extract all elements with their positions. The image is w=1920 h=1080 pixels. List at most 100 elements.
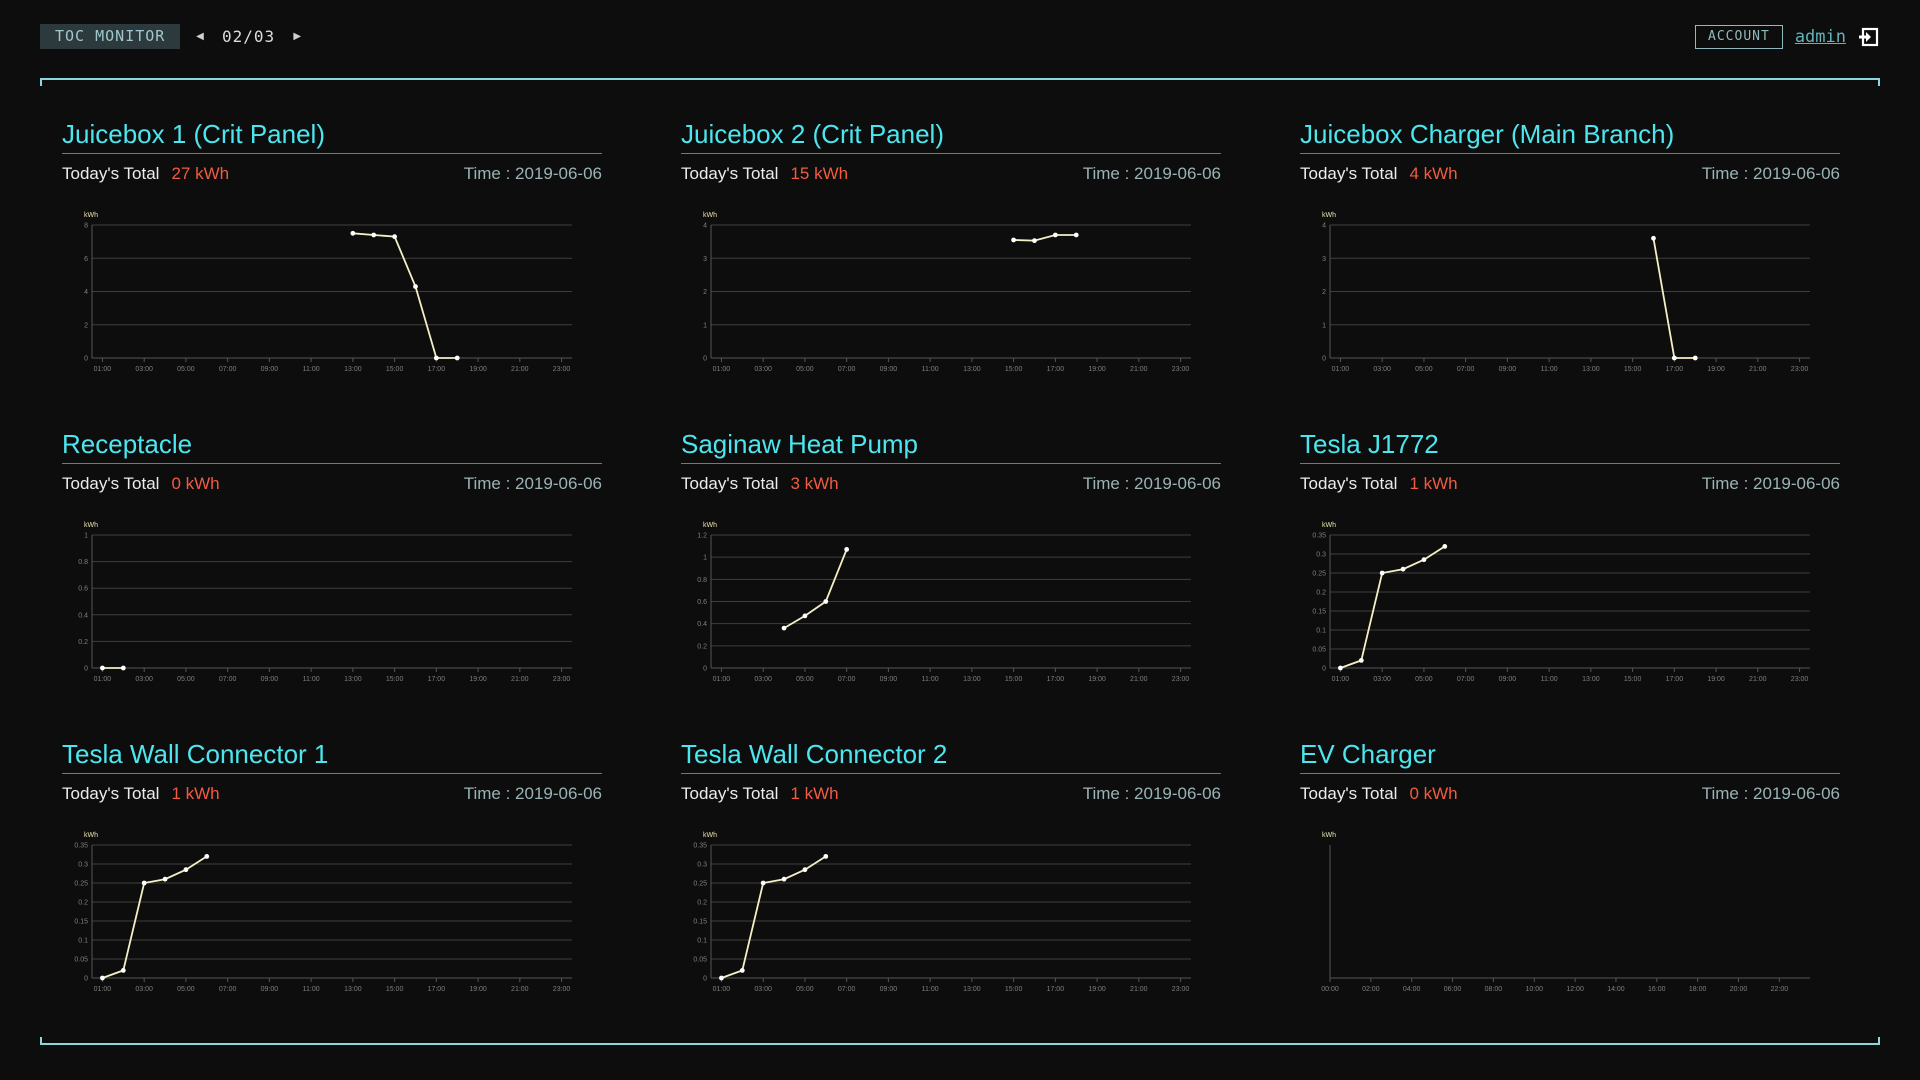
tesla-wall-connector-1-chart: kWh 0 0.05 0.1 0.15 0.2 0.25 0.3 0.35 01:00 03:00 0… [74,832,572,993]
x-tick-label: 23:00 [553,366,571,373]
panel-meta: Today's Total 27 kWh Time : 2019-06-06 [62,162,602,186]
panel-meta: Today's Total 15 kWh Time : 2019-06-06 [681,162,1221,186]
data-point [454,355,460,361]
top-bar: TOC MONITOR ◀ 02/03 ▶ ACCOUNT admin [40,24,1880,50]
x-tick-label: 17:00 [428,366,446,373]
x-tick-label: 19:00 [469,366,487,373]
y-axis-unit-label: kWh [84,212,98,219]
data-point [1671,355,1677,361]
panel-title: Juicebox 1 (Crit Panel) [62,115,602,154]
y-tick-label: 1 [84,533,88,540]
x-tick-label: 11:00 [922,366,939,373]
x-tick-label: 03:00 [135,986,153,993]
time-stamp: Time : 2019-06-06 [1082,164,1221,183]
y-tick-label: 0.4 [78,612,88,619]
series-line [1340,545,1446,669]
data-point [1011,237,1017,243]
x-tick-label: 05:00 [177,366,195,373]
y-tick-label: 0.2 [697,900,707,907]
x-tick-label: 11:00 [922,986,939,993]
time-stamp: Time : 2019-06-06 [463,474,602,493]
ev-charger-chart: kWh 00:00 02:00 04:00 06:00 08:00 10:00 12:00 14… [1321,832,1810,993]
x-tick-label: 19:00 [1088,676,1106,683]
series-line [352,232,458,359]
panel-title: Tesla Wall Connector 1 [62,735,602,774]
x-tick-label: 04:00 [1403,986,1421,993]
x-tick-label: 19:00 [1707,366,1725,373]
x-tick-label: 03:00 [754,676,772,683]
panel-juicebox-1: Juicebox 1 (Crit Panel) Today's Total 27… [62,115,602,405]
logout-icon[interactable] [1858,26,1880,48]
saginaw-heat-pump-chart: kWh 0 0.2 0.4 0.6 0.8 1 1.2 01:00 03:00 05:00 07:00… [697,522,1191,683]
x-tick-label: 09:00 [1499,676,1517,683]
x-tick-label: 19:00 [469,986,487,993]
data-point [1651,235,1656,241]
y-tick-label: 0.05 [74,957,88,964]
x-tick-label: 15:00 [1005,366,1023,373]
x-tick-label: 22:00 [1771,986,1789,993]
data-point [781,625,787,631]
data-point [183,867,189,873]
panel-receptacle: Receptacle Today's Total 0 kWh Time : 20… [62,425,602,715]
x-tick-label: 18:00 [1689,986,1707,993]
y-axis-unit-label: kWh [84,522,98,529]
y-axis-unit-label: kWh [703,522,717,529]
frame-top-border [40,78,1880,86]
y-tick-label: 0.2 [78,900,88,907]
x-tick-label: 23:00 [553,676,571,683]
y-tick-label: 1 [703,555,707,562]
x-tick-label: 19:00 [1707,676,1725,683]
y-axis-unit-label: kWh [703,212,717,219]
y-tick-label: 0 [84,976,88,983]
y-tick-label: 0.2 [78,639,88,646]
time-stamp: Time : 2019-06-06 [1082,474,1221,493]
data-point [1073,232,1079,238]
total-value: 1 kWh [790,784,839,803]
y-tick-label: 0.2 [697,643,707,650]
x-tick-label: 10:00 [1525,986,1543,993]
panel-tesla-wall-connector-2: Tesla Wall Connector 2 Today's Total 1 k… [681,735,1221,1025]
y-tick-label: 6 [84,256,88,263]
panel-title: EV Charger [1300,735,1840,774]
total-label: Today's Total [681,784,779,803]
username-link[interactable]: admin [1795,27,1846,47]
panel-title: Juicebox 2 (Crit Panel) [681,115,1221,154]
y-tick-label: 4 [84,289,88,296]
account-area: ACCOUNT admin [1695,24,1880,50]
x-tick-label: 17:00 [428,676,446,683]
x-tick-label: 15:00 [386,986,404,993]
prev-page-icon[interactable]: ◀ [190,31,210,42]
x-tick-label: 23:00 [1172,366,1190,373]
y-tick-label: 0.2 [1316,590,1326,597]
time-stamp: Time : 2019-06-06 [463,164,602,183]
x-tick-label: 01:00 [1332,676,1350,683]
y-tick-label: 0.15 [693,919,707,926]
data-point [802,867,808,873]
account-button[interactable]: ACCOUNT [1695,25,1783,49]
y-tick-label: 2 [703,289,707,296]
time-stamp: Time : 2019-06-06 [1701,474,1840,493]
x-tick-label: 21:00 [511,676,529,683]
x-tick-label: 13:00 [1582,366,1600,373]
panel-meta: Today's Total 1 kWh Time : 2019-06-06 [681,782,1221,806]
time-stamp: Time : 2019-06-06 [1701,784,1840,803]
total-label: Today's Total [681,164,779,183]
total-value: 1 kWh [1409,474,1458,493]
x-tick-label: 07:00 [219,366,237,373]
data-point [781,876,787,882]
x-tick-label: 09:00 [261,366,279,373]
panel-meta: Today's Total 0 kWh Time : 2019-06-06 [1300,782,1840,806]
x-tick-label: 19:00 [1088,986,1106,993]
y-axis-unit-label: kWh [703,832,717,839]
data-point [1379,570,1385,576]
x-tick-label: 07:00 [1457,366,1475,373]
x-tick-label: 05:00 [177,676,195,683]
x-tick-label: 05:00 [796,366,814,373]
y-tick-label: 0 [703,356,707,363]
y-tick-label: 0.35 [74,843,88,850]
x-tick-label: 09:00 [261,676,279,683]
data-point [1400,566,1406,572]
panel-meta: Today's Total 1 kWh Time : 2019-06-06 [1300,472,1840,496]
x-tick-label: 17:00 [1047,366,1065,373]
next-page-icon[interactable]: ▶ [287,31,307,42]
